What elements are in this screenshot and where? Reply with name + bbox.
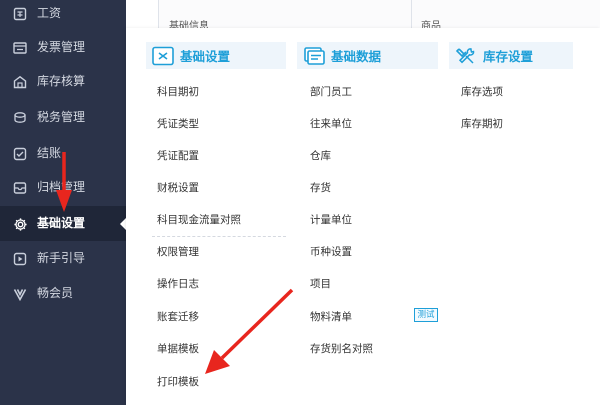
sidebar-item-archive[interactable]: 归档管理 [0,170,126,205]
menu-item-inventory-options[interactable]: 库存选项 [461,85,503,99]
menu-item-print-template[interactable]: 打印模板 [157,375,199,389]
payroll-icon [12,6,28,22]
test-badge: 测试 [414,308,438,322]
sidebar-item-label: 工资 [37,6,62,20]
sidebar-item-tax[interactable]: 税务管理 [0,100,126,135]
sidebar-item-label: 发票管理 [37,40,86,54]
menu-item-voucher-type[interactable]: 凭证类型 [157,117,199,131]
menu-item-bill-of-materials[interactable]: 物料清单 [310,310,352,324]
basic-data-title: 基础数据 [331,49,382,64]
sidebar-item-label: 基础设置 [37,216,86,230]
basic-settings-menu-panel: 基础设置 基础数据 库存设置 科目期初 凭证类型 凭证配置 财税设置 科目现金流… [126,28,600,405]
database-card-icon [303,46,325,66]
menu-item-stock-items[interactable]: 存货 [310,181,331,195]
sidebar-item-label: 库存核算 [37,74,86,88]
play-icon [12,251,28,267]
basic-settings-title: 基础设置 [180,49,231,64]
menu-item-warehouse[interactable]: 仓库 [310,149,331,163]
sidebar-item-basic-settings[interactable]: 基础设置 [0,206,126,241]
inventory-settings-header: 库存设置 [449,42,573,69]
sidebar: 工资 发票管理 库存核算 税务管理 结账 归档管理 基础设置 新手引导 畅会员 [0,0,126,405]
sidebar-item-invoice[interactable]: 发票管理 [0,30,126,65]
menu-item-account-migration[interactable]: 账套迁移 [157,310,199,324]
vip-icon [12,286,28,302]
menu-item-inventory-opening[interactable]: 库存期初 [461,117,503,131]
menu-separator [152,236,286,237]
inventory-settings-title: 库存设置 [483,49,534,64]
menu-item-voucher-config[interactable]: 凭证配置 [157,149,199,163]
sidebar-item-label: 归档管理 [37,180,86,194]
menu-item-cashflow-mapping[interactable]: 科目现金流量对照 [157,213,241,227]
menu-item-units[interactable]: 计量单位 [310,213,352,227]
sidebar-item-label: 税务管理 [37,110,86,124]
menu-item-currency-settings[interactable]: 币种设置 [310,245,352,259]
menu-item-finance-tax-settings[interactable]: 财税设置 [157,181,199,195]
archive-icon [12,180,28,196]
checkout-icon [12,146,28,162]
menu-item-document-template[interactable]: 单据模板 [157,342,199,356]
warehouse-icon [12,74,28,90]
sidebar-item-vip[interactable]: 畅会员 [0,276,126,311]
menu-item-partners[interactable]: 往来单位 [310,117,352,131]
menu-item-permissions[interactable]: 权限管理 [157,245,199,259]
menu-item-stock-alias-mapping[interactable]: 存货别名对照 [310,342,373,356]
tax-icon [12,110,28,126]
menu-item-departments-staff[interactable]: 部门员工 [310,85,352,99]
sidebar-item-label: 畅会员 [37,286,74,300]
basic-data-header: 基础数据 [297,42,438,69]
menu-item-subject-opening[interactable]: 科目期初 [157,85,199,99]
menu-item-projects[interactable]: 项目 [310,277,331,291]
sidebar-item-payroll[interactable]: 工资 [0,0,126,31]
wrench-icon [455,46,477,66]
sidebar-item-checkout[interactable]: 结账 [0,136,126,171]
basic-settings-header: 基础设置 [146,42,286,69]
menu-item-operation-log[interactable]: 操作日志 [157,277,199,291]
gear-icon [12,216,28,232]
sidebar-item-onboarding[interactable]: 新手引导 [0,241,126,276]
invoice-icon [12,40,28,56]
sidebar-item-label: 结账 [37,146,62,160]
sidebar-item-label: 新手引导 [37,251,86,265]
settings-card-icon [152,46,174,66]
sidebar-item-inventory-accounting[interactable]: 库存核算 [0,64,126,99]
